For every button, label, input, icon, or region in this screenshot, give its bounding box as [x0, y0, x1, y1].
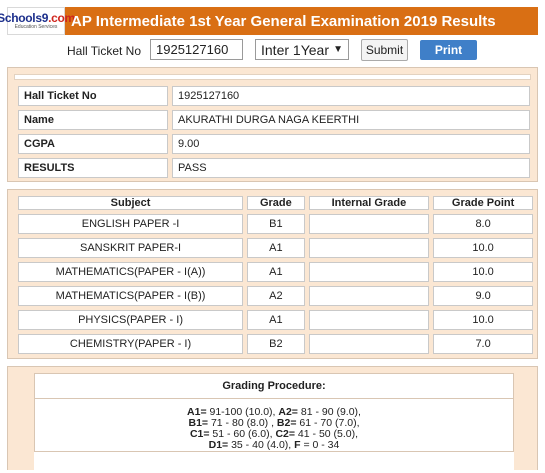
student-info-value: 1925127160: [172, 86, 530, 106]
internal-grade-cell: [308, 334, 430, 354]
logo-tagline: Education Services: [14, 24, 58, 30]
results-header-bar: Schools9.com Education Services AP Inter…: [0, 7, 538, 35]
grade-column-header: Grade: [247, 196, 305, 210]
marks-row: MATHEMATICS(PAPER - I(A)) A1 10.0: [18, 262, 533, 282]
grading-title: Grading Procedure:: [34, 373, 514, 399]
grade-point-cell: 10.0: [433, 262, 533, 282]
marks-row: CHEMISTRY(PAPER - I) B2 7.0: [18, 334, 533, 354]
grade-cell: A2: [247, 286, 305, 306]
subject-cell: CHEMISTRY(PAPER - I): [18, 334, 244, 354]
logo-wordmark: Schools9.com: [0, 11, 75, 25]
subject-column-header: Subject: [18, 196, 244, 210]
grade-point-column-header: Grade Point: [433, 196, 533, 210]
marks-table: Subject Grade Internal Grade Grade Point…: [14, 192, 537, 358]
grade-cell: A1: [247, 310, 305, 330]
grade-cell: A1: [247, 262, 305, 282]
grade-point-cell: 7.0: [433, 334, 533, 354]
grade-range: 35 - 40 (4.0),: [228, 439, 295, 451]
student-info-row: Hall Ticket No 1925127160: [18, 86, 530, 106]
student-info-value: PASS: [172, 158, 530, 178]
grade-point-cell: 8.0: [433, 214, 533, 234]
student-info-row: CGPA 9.00: [18, 134, 530, 154]
student-info-label: Name: [18, 110, 168, 130]
grade-cell: B1: [247, 214, 305, 234]
marks-row: MATHEMATICS(PAPER - I(B)) A2 9.0: [18, 286, 533, 306]
page-title: AP Intermediate 1st Year General Examina…: [71, 12, 496, 30]
submit-button[interactable]: Submit: [361, 39, 408, 61]
internal-grade-cell: [308, 310, 430, 330]
student-info-value: 9.00: [172, 134, 530, 154]
internal-grade-cell: [308, 286, 430, 306]
grade-cell: A1: [247, 238, 305, 258]
search-bar: Hall Ticket No Inter 1Year ▼ Submit Prin…: [0, 39, 545, 63]
dropdown-arrow-icon: ▼: [333, 44, 343, 55]
hall-ticket-label: Hall Ticket No: [67, 44, 142, 58]
internal-grade-cell: [308, 238, 430, 258]
student-info-row: Name AKURATHI DURGA NAGA KEERTHI: [18, 110, 530, 130]
panel-divider: [14, 74, 531, 80]
subject-cell: ENGLISH PAPER -I: [18, 214, 244, 234]
marks-header-row: Subject Grade Internal Grade Grade Point: [18, 196, 533, 210]
marks-row: ENGLISH PAPER -I B1 8.0: [18, 214, 533, 234]
student-info-label: Hall Ticket No: [18, 86, 168, 106]
student-info-value: AKURATHI DURGA NAGA KEERTHI: [172, 110, 530, 130]
schools9-logo[interactable]: Schools9.com Education Services: [0, 7, 75, 35]
student-info-label: RESULTS: [18, 158, 168, 178]
grade-key: C1=: [189, 428, 210, 440]
student-info-panel: Hall Ticket No 1925127160 Name AKURATHI DUR…: [7, 67, 538, 182]
grade-cell: B2: [247, 334, 305, 354]
student-info-row: RESULTS PASS: [18, 158, 530, 178]
student-info-label: CGPA: [18, 134, 168, 154]
internal-grade-column-header: Internal Grade: [308, 196, 430, 210]
subject-cell: MATHEMATICS(PAPER - I(A)): [18, 262, 244, 282]
grading-scale: A1= 91-100 (10.0), A2= 81 - 90 (9.0), B1=…: [34, 399, 514, 452]
grade-point-cell: 10.0: [433, 238, 533, 258]
internal-grade-cell: [308, 262, 430, 282]
grade-point-cell: 9.0: [433, 286, 533, 306]
marks-row: SANSKRIT PAPER-I A1 10.0: [18, 238, 533, 258]
internal-grade-cell: [308, 214, 430, 234]
print-button[interactable]: Print: [420, 40, 477, 60]
grading-procedure-box: Grading Procedure: A1= 91-100 (10.0), A2…: [34, 373, 514, 473]
grading-line: D1= 35 - 40 (4.0), F = 0 - 34: [35, 440, 513, 451]
subject-cell: SANSKRIT PAPER-I: [18, 238, 244, 258]
grade-point-cell: 10.0: [433, 310, 533, 330]
subject-cell: MATHEMATICS(PAPER - I(B)): [18, 286, 244, 306]
year-select[interactable]: Inter 1Year ▼: [255, 39, 349, 60]
grade-range: = 0 - 34: [300, 439, 340, 451]
student-info-table: Hall Ticket No 1925127160 Name AKURATHI DUR…: [14, 82, 534, 182]
grade-key: D1=: [208, 439, 229, 451]
marks-row: PHYSICS(PAPER - I) A1 10.0: [18, 310, 533, 330]
year-select-value: Inter 1Year: [261, 41, 329, 58]
marks-panel: Subject Grade Internal Grade Grade Point…: [7, 189, 538, 359]
subject-cell: PHYSICS(PAPER - I): [18, 310, 244, 330]
hall-ticket-input[interactable]: [150, 39, 243, 60]
grading-panel: Grading Procedure: A1= 91-100 (10.0), A2…: [7, 366, 538, 473]
